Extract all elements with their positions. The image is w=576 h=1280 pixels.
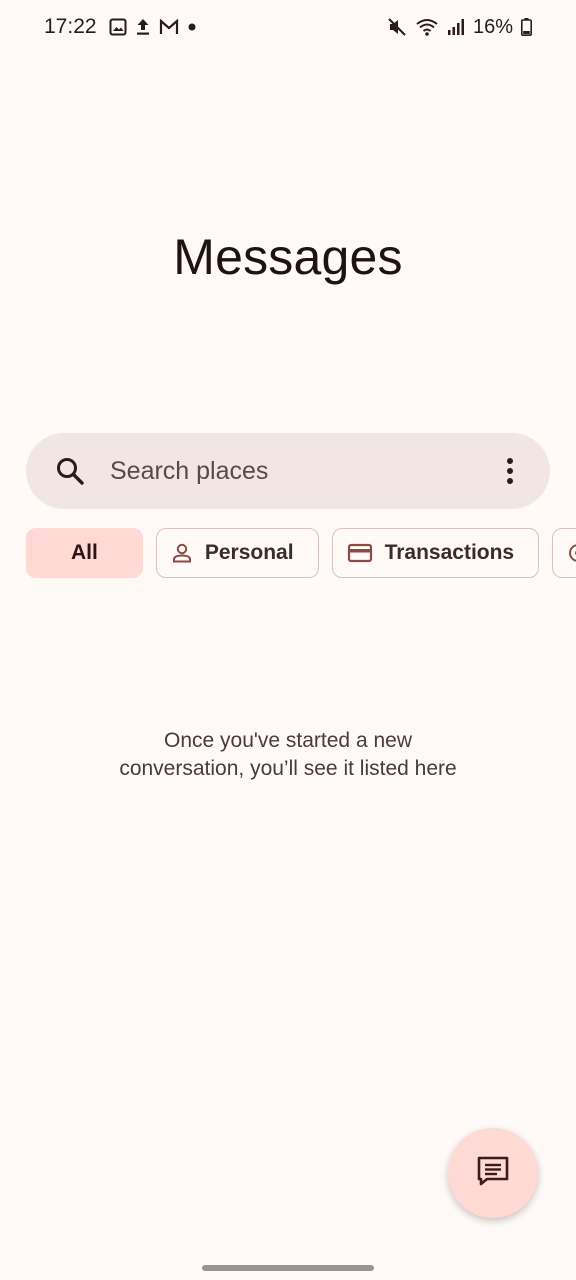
mute-icon (387, 17, 407, 37)
filter-chip-label: Personal (204, 541, 294, 564)
filter-chip-label: Transactions (384, 541, 515, 564)
search-bar[interactable] (26, 433, 550, 509)
wifi-icon (415, 17, 439, 37)
start-chat-button[interactable] (448, 1128, 538, 1218)
empty-state-line-2: conversation, you’ll see it listed here (119, 757, 457, 780)
empty-state-message: Once you've started a new conversation, … (0, 727, 576, 783)
battery-icon (521, 18, 532, 36)
filter-chip-all[interactable]: All (26, 528, 143, 578)
filter-chips: All Personal Transactions (26, 528, 576, 580)
status-time: 17:22 (44, 15, 97, 38)
partial-chip-icon (567, 542, 576, 564)
search-icon[interactable] (54, 455, 86, 487)
person-icon (171, 542, 193, 564)
battery-percentage: 16% (472, 15, 513, 38)
more-options-icon[interactable] (492, 453, 528, 489)
upload-icon (135, 18, 151, 36)
image-icon (109, 18, 127, 36)
status-bar: 17:22 16% (0, 0, 576, 54)
filter-chip-partial[interactable] (552, 528, 576, 578)
card-icon (347, 542, 373, 564)
status-right: 16% (387, 16, 532, 39)
home-indicator[interactable] (202, 1265, 374, 1271)
compose-message-icon (475, 1155, 511, 1192)
filter-chip-transactions[interactable]: Transactions (331, 528, 540, 578)
gmail-icon (159, 19, 179, 35)
page-title: Messages (173, 229, 403, 285)
filter-chip-label: All (71, 541, 98, 564)
filter-chip-personal[interactable]: Personal (155, 528, 319, 578)
signal-icon (447, 18, 465, 36)
search-input[interactable] (108, 455, 492, 487)
status-left: 17:22 (44, 15, 197, 39)
dot-icon (187, 22, 197, 32)
empty-state-line-1: Once you've started a new (164, 729, 412, 752)
